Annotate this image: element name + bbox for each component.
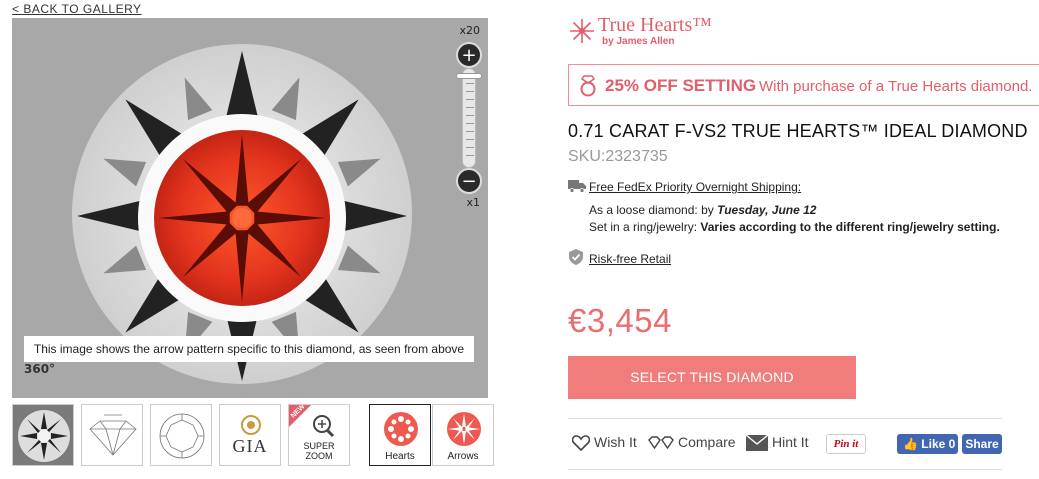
shipping-ring-line: Set in a ring/jewelry: Varies according …: [589, 220, 1000, 234]
facebook-like-button[interactable]: 👍 Like 0: [897, 434, 958, 454]
product-title: 0.71 CARAT F-VS2 TRUE HEARTS™ IDEAL DIAM…: [568, 121, 1028, 141]
risk-free-retail-link[interactable]: Risk-free Retail: [589, 252, 671, 266]
divider-bottom: [568, 469, 1002, 470]
snowflake-hearts-icon: [570, 19, 594, 43]
promo-banner[interactable]: 25% OFF SETTING With purchase of a True …: [568, 64, 1039, 106]
thumb-diamond-photo[interactable]: [12, 404, 74, 466]
zoom-min-label: x1: [466, 196, 480, 209]
zoom-control[interactable]: x20 + − x1: [454, 24, 484, 209]
image-caption: This image shows the arrow pattern speci…: [24, 336, 474, 362]
thumb-gia-certificate[interactable]: GIA: [219, 404, 281, 466]
facebook-like-label: Like 0: [921, 437, 956, 451]
zoom-slider-track[interactable]: [456, 68, 482, 168]
wish-it-label: Wish It: [594, 434, 637, 450]
hint-it-button[interactable]: Hint It: [745, 434, 809, 452]
shipping-info-link[interactable]: Free FedEx Priority Overnight Shipping:: [589, 180, 801, 194]
compare-button[interactable]: Compare: [648, 434, 736, 450]
select-diamond-button[interactable]: SELECT THIS DIAMOND: [568, 356, 856, 399]
thumb-top-diagram[interactable]: [150, 404, 212, 466]
heart-outline-icon: [571, 435, 591, 452]
diamond-viewer[interactable]: x20 + − x1 This image shows the arrow pa…: [12, 18, 488, 398]
thumb-arrows[interactable]: Arrows: [432, 404, 494, 466]
diamond-profile-diagram-icon: [89, 414, 137, 456]
shield-check-icon: [569, 249, 583, 265]
zoom-slider-handle[interactable]: [456, 73, 482, 79]
gia-label: GIA: [232, 436, 268, 456]
ring-icon: [580, 75, 596, 97]
shipping-loose-prefix: As a loose diamond: by: [589, 203, 718, 217]
view-360-button[interactable]: 360°: [24, 362, 55, 376]
diamond-photo-icon: [13, 405, 73, 465]
divider-top: [568, 418, 1002, 419]
hearts-label: Hearts: [385, 451, 415, 462]
thumb-profile-diagram[interactable]: [81, 404, 143, 466]
zoom-in-button[interactable]: +: [456, 42, 482, 68]
price: €3,454: [568, 302, 672, 339]
brand-name: True Hearts™: [598, 14, 712, 36]
thumb-hearts[interactable]: Hearts: [369, 404, 431, 466]
product-sku: SKU:2323735: [568, 148, 668, 165]
pinterest-button[interactable]: Pin it: [826, 434, 866, 454]
shipping-loose-line: As a loose diamond: by Tuesday, June 12: [589, 203, 816, 217]
truck-icon: [568, 180, 586, 193]
promo-details: With purchase of a True Hearts diamond.: [759, 78, 1033, 95]
promo-headline: 25% OFF SETTING: [605, 76, 757, 95]
zoom-max-label: x20: [459, 24, 480, 37]
shipping-loose-date: Tuesday, June 12: [717, 203, 817, 217]
thumbs-up-icon: 👍: [903, 437, 918, 451]
compare-diamonds-icon: [648, 436, 674, 450]
shipping-ring-value: Varies according to the different ring/j…: [700, 220, 1000, 234]
brand-subtitle: by James Allen: [602, 36, 675, 47]
super-zoom-label: SUPER ZOOM: [303, 441, 335, 461]
thumb-super-zoom[interactable]: NEW SUPER ZOOM: [288, 404, 350, 466]
shipping-ring-prefix: Set in a ring/jewelry:: [589, 220, 701, 234]
back-to-gallery-link[interactable]: < BACK TO GALLERY: [12, 2, 142, 16]
compare-label: Compare: [678, 434, 736, 450]
facebook-share-button[interactable]: Share: [962, 434, 1002, 454]
wish-it-button[interactable]: Wish It: [571, 434, 637, 452]
hint-it-label: Hint It: [772, 434, 809, 450]
arrows-label: Arrows: [447, 451, 479, 462]
zoom-out-button[interactable]: −: [456, 168, 482, 194]
envelope-icon: [745, 434, 769, 452]
diamond-top-diagram-icon: [159, 413, 205, 459]
